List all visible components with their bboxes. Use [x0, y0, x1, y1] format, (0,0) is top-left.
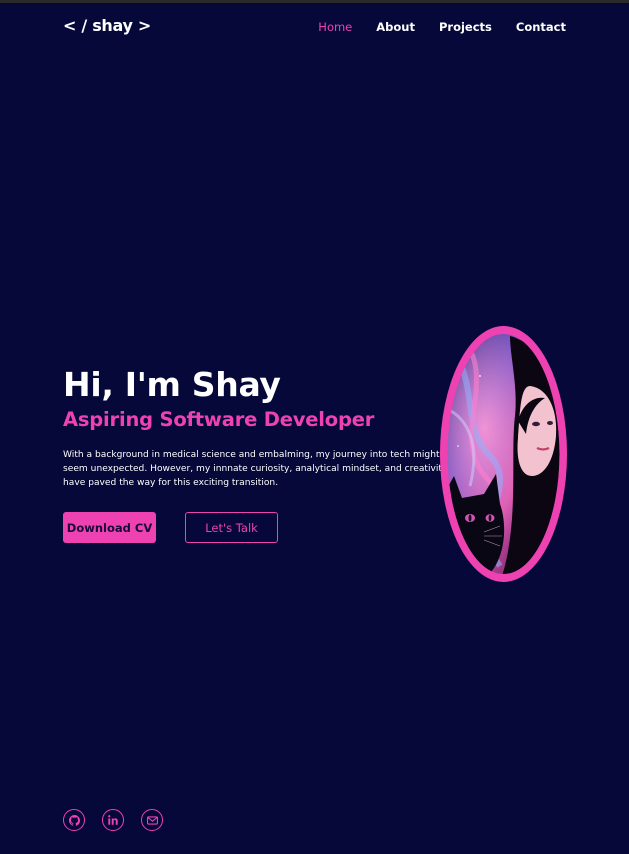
lets-talk-button[interactable]: Let's Talk [185, 512, 278, 543]
hero-description: With a background in medical science and… [63, 450, 448, 488]
email-icon[interactable] [141, 809, 163, 831]
download-cv-button[interactable]: Download CV [63, 512, 156, 543]
hero-title: Hi, I'm Shay [63, 365, 281, 404]
nav-link-about[interactable]: About [376, 20, 415, 34]
hero-subtitle: Aspiring Software Developer [63, 408, 375, 431]
page: < / shay > Home About Projects Contact H… [0, 0, 629, 854]
social-links [63, 809, 163, 831]
nav-link-projects[interactable]: Projects [439, 20, 492, 34]
main-nav: Home About Projects Contact [318, 20, 566, 34]
hero-portrait [440, 326, 567, 582]
nav-link-contact[interactable]: Contact [516, 20, 566, 34]
portrait-illustration-icon [440, 326, 567, 582]
nav-link-home[interactable]: Home [318, 20, 352, 34]
github-icon[interactable] [63, 809, 85, 831]
site-logo[interactable]: < / shay > [63, 16, 151, 35]
linkedin-icon[interactable] [102, 809, 124, 831]
